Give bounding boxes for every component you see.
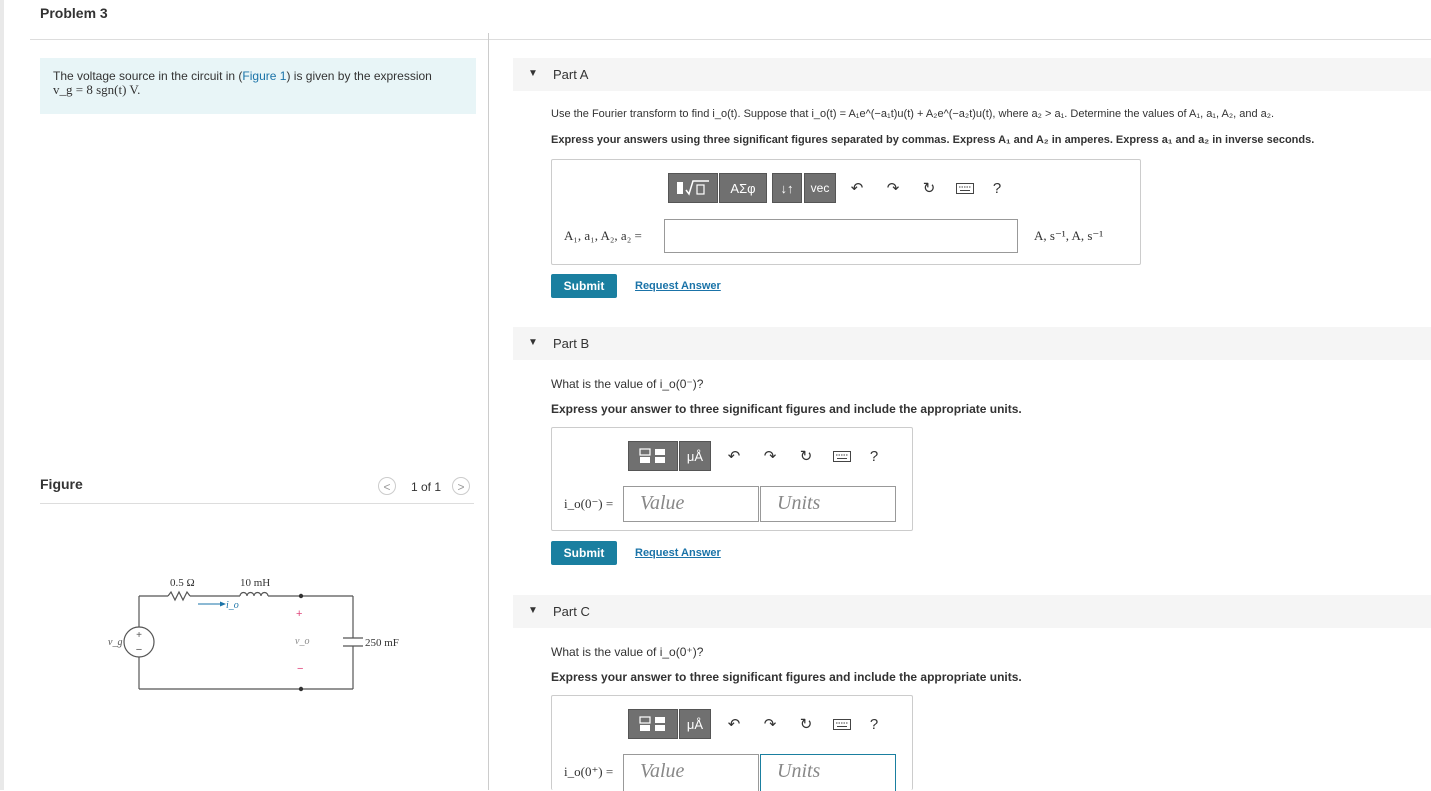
help-icon[interactable]: ? <box>859 709 889 739</box>
part-c-instruction: Express your answer to three significant… <box>551 670 1022 684</box>
undo-icon[interactable]: ↶ <box>719 441 749 471</box>
part-c-value-placeholder: Value <box>640 760 685 782</box>
part-a-answer-input[interactable] <box>664 219 1018 253</box>
fraction-template-icon <box>639 448 665 463</box>
part-c-caret-icon: ▼ <box>528 605 538 616</box>
subscript-button[interactable]: ↓↑ <box>772 173 802 203</box>
source-minus: − <box>136 644 142 656</box>
resistor-symbol <box>167 590 191 602</box>
part-a-instruction: Express your answers using three signifi… <box>551 134 1315 146</box>
vector-button[interactable]: vec <box>804 173 836 203</box>
source-label: v_g <box>108 637 122 648</box>
part-c-value-input[interactable]: Value <box>623 754 759 791</box>
part-b-request-answer-link[interactable]: Request Answer <box>635 547 721 559</box>
inductor-label: 10 mH <box>240 577 270 589</box>
inductor-symbol <box>239 591 269 597</box>
part-c-question: What is the value of i_o(0⁺)? <box>551 645 704 659</box>
undo-icon[interactable]: ↶ <box>842 173 872 203</box>
fraction-template-button[interactable] <box>628 709 678 739</box>
part-b-header[interactable]: ▼ Part B <box>513 327 1431 360</box>
figure-next-button[interactable]: > <box>452 477 470 495</box>
source-plus: + <box>136 630 142 641</box>
keyboard-icon[interactable] <box>827 709 857 739</box>
fraction-template-button[interactable] <box>628 441 678 471</box>
reset-icon[interactable]: ↻ <box>791 709 821 739</box>
redo-icon[interactable]: ↷ <box>878 173 908 203</box>
keyboard-icon[interactable] <box>950 173 980 203</box>
part-a-toolbar: ΑΣφ ↓↑ vec ↶ ↷ ↻ ? <box>668 173 1012 203</box>
fraction-template-icon <box>639 716 665 731</box>
redo-icon[interactable]: ↷ <box>755 441 785 471</box>
left-scroll-edge <box>0 0 4 790</box>
voltage-minus: − <box>297 663 303 675</box>
part-b-value-input[interactable]: Value <box>623 486 759 522</box>
problem-statement: The voltage source in the circuit in (Fi… <box>40 58 476 114</box>
part-a-title: Part A <box>553 67 589 82</box>
part-b-toolbar: μÅ ↶ ↷ ↻ ? <box>628 441 889 471</box>
redo-icon[interactable]: ↷ <box>755 709 785 739</box>
templates-icon <box>677 180 709 196</box>
part-a-units: A, s⁻¹, A, s⁻¹ <box>1034 228 1104 243</box>
part-a-header[interactable]: ▼ Part A <box>513 58 1431 91</box>
units-symbols-button[interactable]: μÅ <box>679 441 711 471</box>
circuit-diagram: + − 0.5 Ω 10 mH 250 mF v_g i_o v_o + − <box>108 577 399 692</box>
part-c-units-input[interactable]: Units <box>760 754 896 791</box>
figure-divider <box>40 503 474 504</box>
voltage-plus: + <box>296 608 302 620</box>
problem-title: Problem 3 <box>40 5 108 21</box>
part-b-units-placeholder: Units <box>777 492 821 514</box>
part-a-question: Use the Fourier transform to find i_o(t)… <box>551 108 1275 120</box>
part-b-title: Part B <box>553 336 590 351</box>
part-b-units-input[interactable]: Units <box>760 486 896 522</box>
part-c-title: Part C <box>553 604 590 619</box>
header-divider <box>30 39 1431 40</box>
part-a-input-label: A₁, a₁, A₂, a₂ = <box>564 228 642 243</box>
undo-icon[interactable]: ↶ <box>719 709 749 739</box>
statement-text-before: The voltage source in the circuit in ( <box>53 69 243 83</box>
part-b-instruction: Express your answer to three significant… <box>551 402 1022 416</box>
current-label: i_o <box>226 600 239 611</box>
part-b-question: What is the value of i_o(0⁻)? <box>551 377 704 391</box>
part-a-submit-button[interactable]: Submit <box>551 274 617 298</box>
part-c-toolbar: μÅ ↶ ↷ ↻ ? <box>628 709 889 739</box>
greek-symbols-button[interactable]: ΑΣφ <box>719 173 767 203</box>
part-c-units-placeholder: Units <box>777 760 821 782</box>
statement-text-after: ) is given by the expression <box>286 69 432 83</box>
voltage-label: v_o <box>295 636 309 647</box>
column-divider <box>488 33 489 790</box>
part-b-submit-button[interactable]: Submit <box>551 541 617 565</box>
help-icon[interactable]: ? <box>859 441 889 471</box>
units-symbols-button[interactable]: μÅ <box>679 709 711 739</box>
part-a-request-answer-link[interactable]: Request Answer <box>635 280 721 292</box>
capacitor-label: 250 mF <box>365 637 399 649</box>
part-c-input-label: i_o(0⁺) = <box>564 764 614 779</box>
reset-icon[interactable]: ↻ <box>914 173 944 203</box>
part-c-answer-box: μÅ ↶ ↷ ↻ ? i_o(0⁺) = Value Units <box>551 695 913 791</box>
figure-prev-button[interactable]: < <box>378 477 396 495</box>
figure-label: Figure <box>40 476 83 492</box>
figure-link[interactable]: Figure 1 <box>242 69 286 83</box>
part-a-answer-box: ΑΣφ ↓↑ vec ↶ ↷ ↻ ? A₁, a₁, A₂, a₂ = A, s… <box>551 159 1141 265</box>
templates-button[interactable] <box>668 173 718 203</box>
part-b-input-label: i_o(0⁻) = <box>564 496 614 511</box>
part-b-answer-box: μÅ ↶ ↷ ↻ ? i_o(0⁻) = Value Units <box>551 427 913 531</box>
reset-icon[interactable]: ↻ <box>791 441 821 471</box>
resistor-label: 0.5 Ω <box>170 577 195 589</box>
part-b-caret-icon: ▼ <box>528 337 538 348</box>
keyboard-icon[interactable] <box>827 441 857 471</box>
part-b-value-placeholder: Value <box>640 492 685 514</box>
part-a-caret-icon: ▼ <box>528 68 538 79</box>
statement-expression: v_g = 8 sgn(t) V. <box>53 82 141 97</box>
help-icon[interactable]: ? <box>982 173 1012 203</box>
figure-page-count: 1 of 1 <box>411 480 442 494</box>
part-c-header[interactable]: ▼ Part C <box>513 595 1431 628</box>
